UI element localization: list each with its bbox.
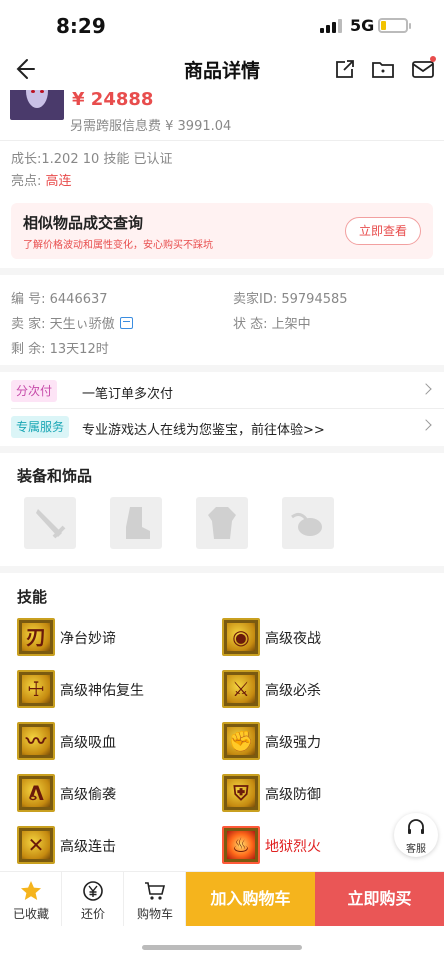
highlight-label: 亮点: [11,174,46,189]
skill-name: 高级神佑复生 [60,683,144,699]
signal-icon [320,19,342,33]
skill-item[interactable]: ☩ 高级神佑复生 [17,670,217,708]
skill-item[interactable]: ᕕ 高级偷袭 [17,774,217,812]
home-indicator [142,945,302,950]
shop-icon[interactable] [119,317,133,329]
status-bar: 8:29 5G [0,0,444,50]
accessory-slot-icon[interactable] [282,497,334,549]
skill-name: 净台妙谛 [60,631,116,647]
divider [11,408,444,409]
bargain-label: 还价 [80,907,105,921]
growth-line: 成长:1.202 10 技能 已认证 [11,152,173,167]
battery-icon [378,18,411,33]
skill-name: 高级吸血 [60,735,116,751]
network-label: 5G [350,16,375,35]
expert-service-row[interactable]: 专属服务 专业游戏达人在线为您鉴宝，前往体验>> [0,410,444,446]
listing-status: 状 态: 上架中 [233,317,311,332]
skill-item[interactable]: ◉ 高级夜战 [222,618,422,656]
skill-sneak-attack-icon: ᕕ [17,774,55,812]
folder-icon[interactable] [370,56,396,82]
skill-name: 高级强力 [265,735,321,751]
installment-text: 一笔订单多次付 [82,387,174,402]
skill-item[interactable]: ♨ 地狱烈火 [222,826,392,864]
bottom-action-bar: 已收藏 还价 购物车 加入购物车 立即购买 [0,871,444,926]
skill-power-icon: ✊ [222,722,260,760]
skills-title: 技能 [17,588,48,606]
skill-combo-icon: ✕ [17,826,55,864]
skill-name: 高级必杀 [265,683,321,699]
divider [0,140,444,141]
skill-item[interactable]: ✊ 高级强力 [222,722,422,760]
armor-slot-icon[interactable] [196,497,248,549]
expert-service-tag: 专属服务 [11,416,70,438]
skill-item[interactable]: 〰 高级吸血 [17,722,217,760]
skill-name: 高级偷袭 [60,787,116,803]
skill-name: 高级连击 [60,839,116,855]
section-gap [0,268,444,275]
cart-label: 购物车 [136,907,173,921]
skill-rebirth-icon: ☩ [17,670,55,708]
skill-name: 高级夜战 [265,631,321,647]
seller-id: 卖家ID: 59794585 [233,292,348,307]
skill-item[interactable]: ⚔ 高级必杀 [222,670,422,708]
seller-row: 卖 家: 天生ぃ骄傲 [11,313,133,332]
notification-dot [430,56,436,62]
chevron-right-icon [420,383,432,395]
skill-night-battle-icon: ◉ [222,618,260,656]
status-time: 8:29 [56,14,106,38]
skill-item[interactable]: ✕ 高级连击 [17,826,217,864]
time-remaining: 剩 余: 13天12时 [11,342,109,357]
cross-server-fee: 另需跨服信息费 ¥ 3991.04 [70,119,232,134]
skill-item[interactable]: ⛨ 高级防御 [222,774,422,812]
product-price: ¥ 24888 [72,89,154,110]
weapon-slot-icon[interactable] [24,497,76,549]
item-id: 编 号: 6446637 [11,292,108,307]
skill-lifesteal-icon: 〰 [17,722,55,760]
installment-tag: 分次付 [11,380,58,402]
highlight-value: 高连 [45,174,72,189]
favorite-label: 已收藏 [12,907,49,921]
customer-service-button[interactable]: 客服 [394,813,438,857]
boots-slot-icon[interactable] [110,497,162,549]
yen-icon [83,881,103,901]
bargain-button[interactable]: 还价 [62,872,124,926]
nav-bar: 商品详情 [0,50,444,90]
similar-query-title: 相似物品成交查询 [23,214,144,232]
expert-service-text: 专业游戏达人在线为您鉴宝，前往体验>> [82,423,325,438]
skill-defense-icon: ⛨ [222,774,260,812]
seller-name: 卖 家: 天生ぃ骄傲 [11,317,115,332]
mail-icon[interactable] [410,56,436,82]
highlight-line: 亮点: 高连 [11,170,72,189]
headset-icon [408,819,424,834]
customer-service-label: 客服 [406,844,426,855]
section-gap [0,566,444,573]
cart-icon [145,882,166,900]
skill-name: 高级防御 [265,787,321,803]
similar-query-subtitle: 了解价格波动和属性变化，安心购买不踩坑 [23,240,213,251]
cart-button[interactable]: 购物车 [124,872,186,926]
favorite-button[interactable]: 已收藏 [0,872,62,926]
chevron-right-icon [420,419,432,431]
skill-jingtai-icon: 刃 [17,618,55,656]
similar-query-card[interactable]: 相似物品成交查询 了解价格波动和属性变化，安心购买不踩坑 立即查看 [11,203,433,259]
section-gap [0,446,444,453]
buy-now-button[interactable]: 立即购买 [315,872,444,926]
skill-hellfire-icon: ♨ [222,826,260,864]
skill-item[interactable]: 刃 净台妙谛 [17,618,217,656]
section-gap [0,365,444,372]
add-to-cart-button[interactable]: 加入购物车 [186,872,315,926]
star-icon [21,881,41,900]
skill-critical-icon: ⚔ [222,670,260,708]
skill-name: 地狱烈火 [265,839,321,855]
installment-row[interactable]: 分次付 一笔订单多次付 [0,374,444,410]
view-now-button[interactable]: 立即查看 [345,217,421,245]
equipment-title: 装备和饰品 [17,467,93,485]
share-icon[interactable] [332,56,358,82]
